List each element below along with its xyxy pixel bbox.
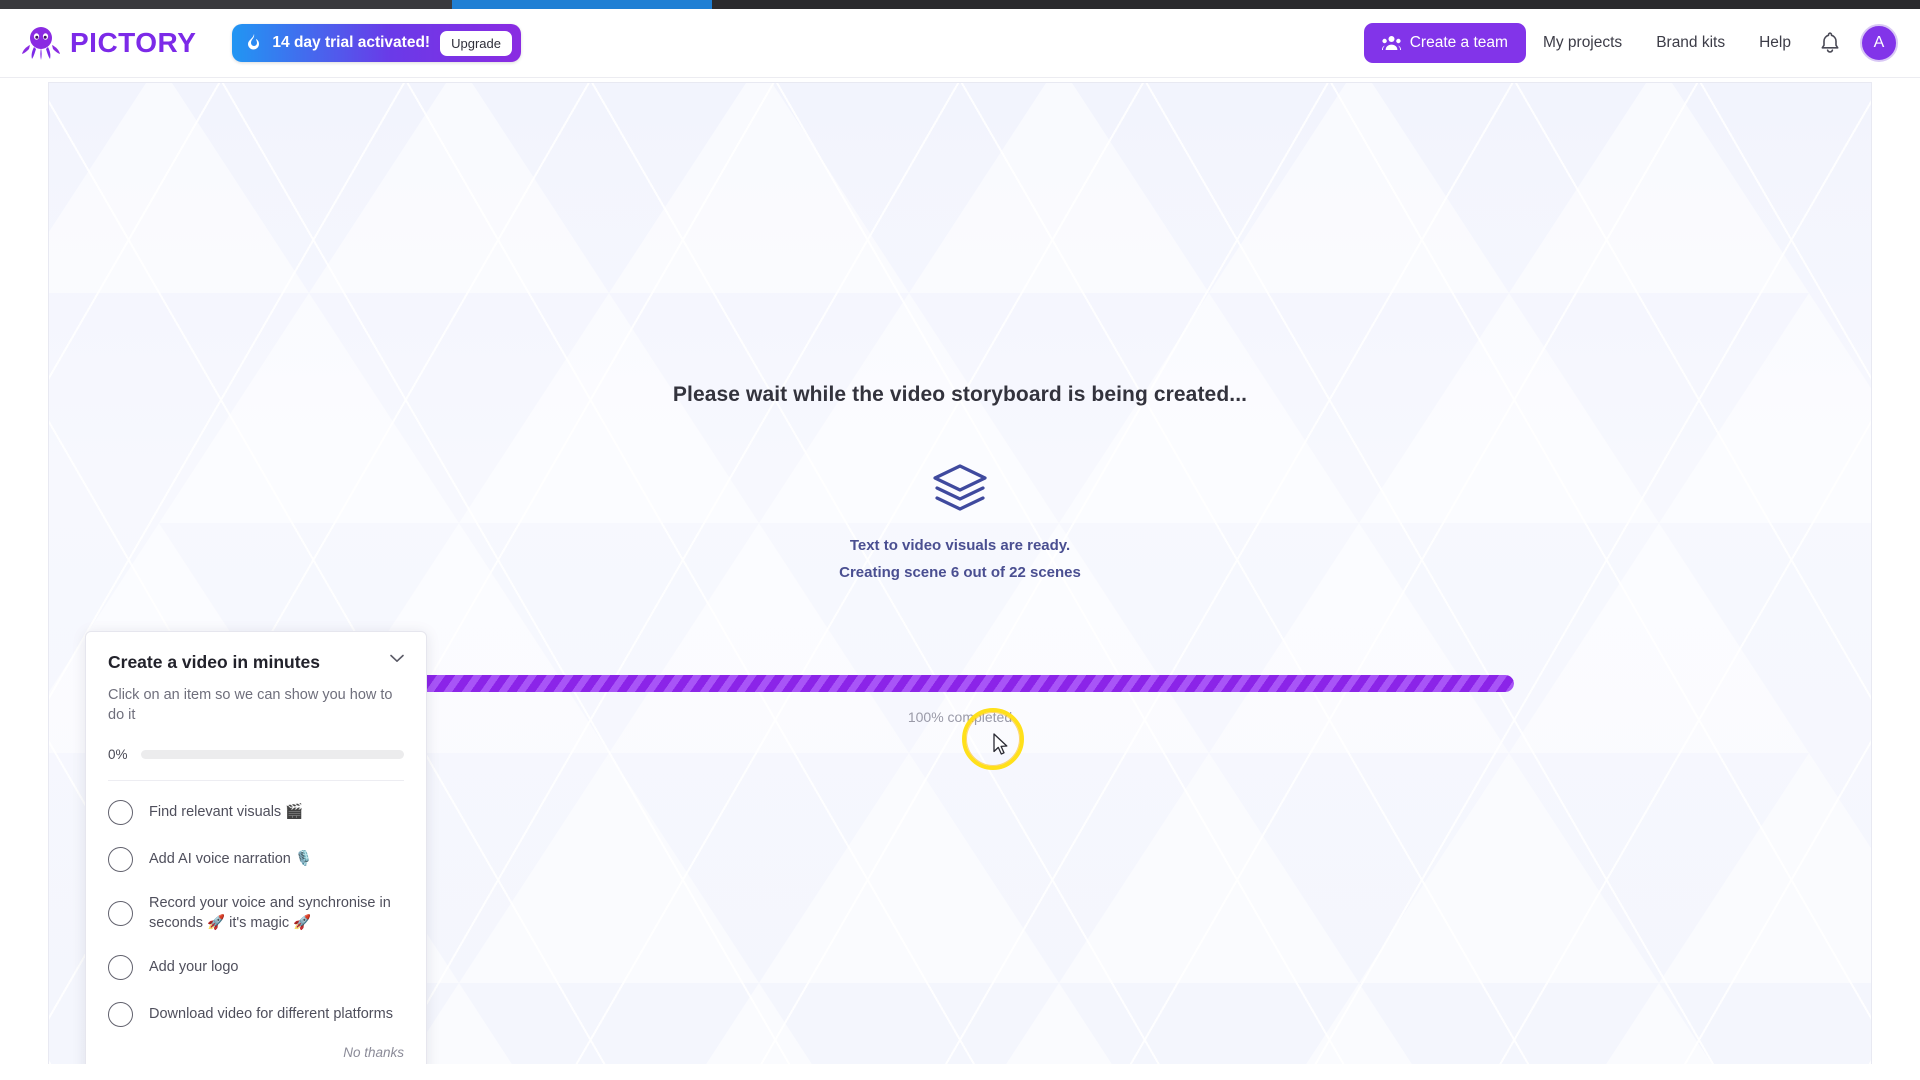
people-group-icon: [1381, 36, 1401, 50]
list-item-label: Download video for different platforms: [149, 1005, 393, 1022]
flame-icon: [248, 34, 260, 50]
list-item-label: Add your logo: [149, 958, 239, 975]
onboarding-item-list: Find relevant visuals 🎬 Add AI voice nar…: [108, 781, 404, 1038]
browser-tabstrip-left: [0, 0, 452, 9]
onboarding-title: Create a video in minutes: [108, 652, 321, 672]
onboarding-progress-track: [140, 750, 404, 760]
status-scene-progress: Creating scene 6 out of 22 scenes: [839, 564, 1081, 581]
upgrade-button[interactable]: Upgrade: [440, 30, 512, 56]
onboarding-item-ai-voice[interactable]: Add AI voice narration 🎙️: [108, 836, 404, 883]
checkbox-circle-icon[interactable]: [108, 800, 133, 826]
onboarding-item-download-video[interactable]: Download video for different platforms: [108, 991, 404, 1038]
app-header: PICTORY 14 day trial activated! Upgrade …: [0, 9, 1920, 78]
storyboard-progress-bar: [392, 675, 1514, 692]
nav-link-brand-kits[interactable]: Brand kits: [1639, 23, 1742, 63]
onboarding-progress-row: 0%: [108, 747, 404, 782]
dismiss-onboarding-link[interactable]: No thanks: [343, 1045, 404, 1060]
notification-bell-icon: [1821, 32, 1839, 53]
onboarding-progress-label: 0%: [108, 747, 128, 763]
checkbox-circle-icon[interactable]: [108, 847, 133, 873]
onboarding-card-header: Create a video in minutes: [108, 652, 404, 673]
onboarding-collapse-button[interactable]: [384, 652, 404, 663]
trial-banner: 14 day trial activated! Upgrade: [232, 24, 521, 62]
browser-active-tab: [452, 0, 712, 9]
trial-banner-text: 14 day trial activated!: [272, 34, 431, 51]
list-item-label: Record your voice and synchronise in sec…: [149, 895, 391, 931]
layers-stack-icon: [933, 464, 987, 511]
nav-link-my-projects[interactable]: My projects: [1526, 23, 1639, 63]
page-title: Please wait while the video storyboard i…: [672, 383, 1248, 406]
onboarding-checklist-card: Create a video in minutes Click on an it…: [85, 631, 427, 1064]
onboarding-item-record-voice[interactable]: Record your voice and synchronise in sec…: [108, 883, 404, 944]
checkbox-circle-icon[interactable]: [108, 955, 133, 981]
checkbox-circle-icon[interactable]: [108, 1002, 133, 1028]
chevron-down-icon: [390, 654, 404, 662]
onboarding-item-add-logo[interactable]: Add your logo: [108, 944, 404, 991]
nav-link-help[interactable]: Help: [1742, 23, 1808, 63]
list-item-label: Find relevant visuals 🎬: [149, 803, 304, 820]
onboarding-card-footer: No thanks: [108, 1038, 404, 1064]
octopus-logo-icon: [22, 27, 60, 60]
list-item-label: Add AI voice narration 🎙️: [149, 850, 313, 867]
user-avatar[interactable]: A: [1860, 24, 1898, 62]
browser-chrome-strip: [0, 0, 1920, 9]
notifications-button[interactable]: [1808, 32, 1852, 54]
storyboard-progress-fill: [392, 675, 1514, 692]
workspace-canvas: Please wait while the video storyboard i…: [48, 82, 1872, 1064]
header-right-group: Create a team My projects Brand kits Hel…: [1363, 23, 1898, 63]
create-team-button[interactable]: Create a team: [1363, 23, 1526, 63]
onboarding-item-find-visuals[interactable]: Find relevant visuals 🎬: [108, 789, 404, 836]
status-visuals-ready: Text to video visuals are ready.: [849, 537, 1071, 554]
onboarding-subtitle: Click on an item so we can show you how …: [108, 687, 393, 723]
checkbox-circle-icon[interactable]: [108, 901, 133, 927]
app-logo[interactable]: PICTORY: [21, 25, 196, 61]
app-logo-text: PICTORY: [70, 27, 197, 58]
create-team-label: Create a team: [1409, 34, 1508, 51]
